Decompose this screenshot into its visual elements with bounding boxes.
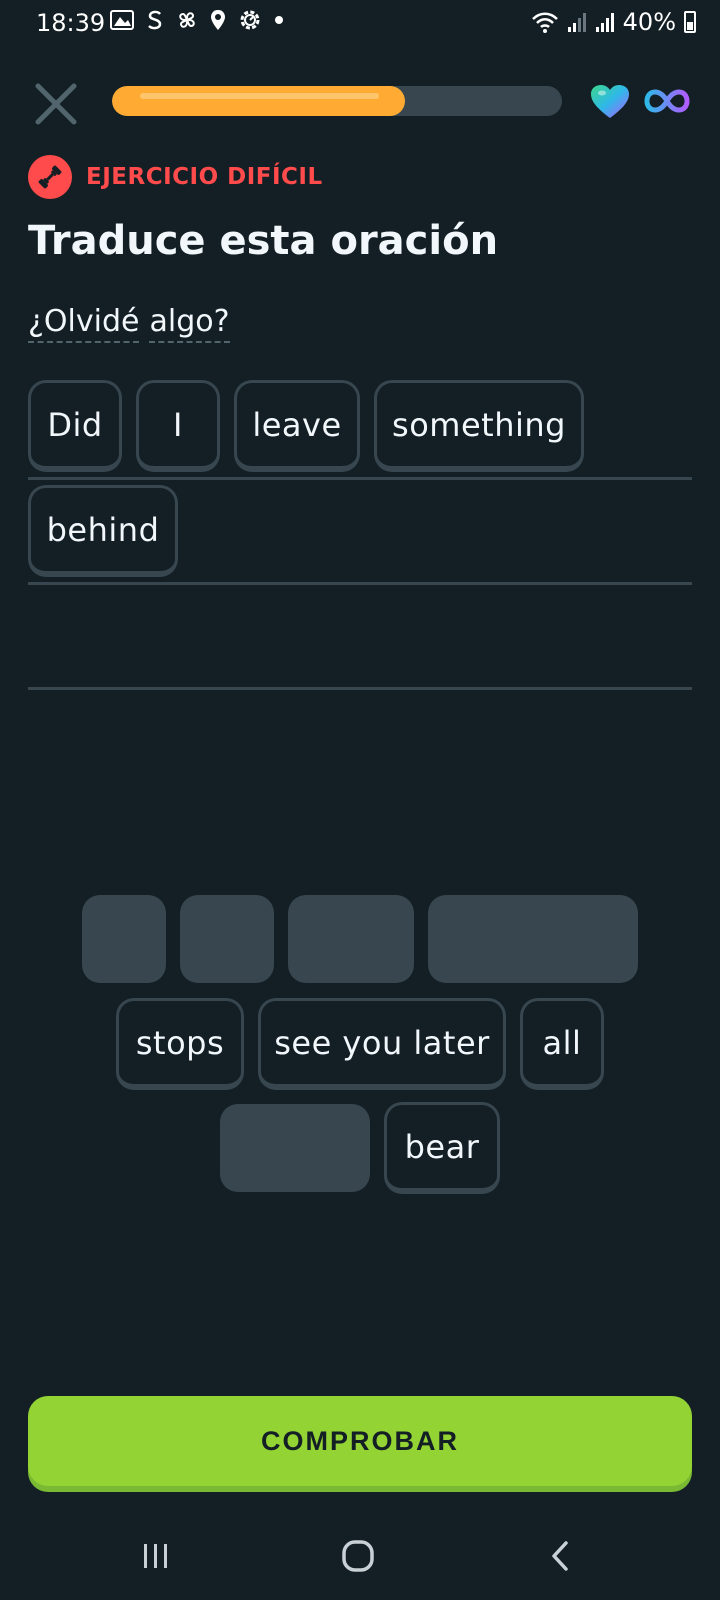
progress-bar: [112, 86, 562, 116]
answer-word-tile[interactable]: leave: [234, 380, 360, 472]
word-bank-tile[interactable]: bear: [384, 1102, 500, 1194]
answer-word-tile[interactable]: Did: [28, 380, 122, 472]
home-icon[interactable]: [328, 1534, 388, 1578]
status-icons-right: 40%: [531, 8, 696, 36]
gallery-icon: [110, 10, 134, 30]
battery-icon: [684, 11, 696, 33]
location-icon: [211, 10, 225, 30]
word-bank-tile[interactable]: see you later: [258, 998, 506, 1090]
system-nav-bar: [0, 1520, 720, 1594]
recent-apps-icon[interactable]: [126, 1534, 186, 1578]
battery-percent: 40%: [622, 8, 676, 36]
prompt-sentence: ¿Olvidé algo?: [28, 304, 230, 343]
prompt-word[interactable]: algo?: [149, 304, 230, 343]
dumbbell-icon: [28, 155, 72, 199]
close-icon[interactable]: [30, 78, 82, 130]
signal-icon: [595, 13, 614, 32]
settings-icon: [240, 10, 260, 30]
word-bank-empty-slot: [220, 1104, 370, 1192]
back-icon[interactable]: [530, 1534, 590, 1578]
prompt-word[interactable]: ¿Olvidé: [28, 304, 140, 343]
infinity-icon: [644, 89, 690, 113]
answer-word-tile[interactable]: something: [374, 380, 584, 472]
status-bar: 18:39 40%: [0, 0, 720, 48]
progress-highlight: [140, 93, 379, 99]
word-bank-tile[interactable]: stops: [116, 998, 244, 1090]
word-bank-tile[interactable]: all: [520, 998, 604, 1090]
heart-icon[interactable]: [590, 84, 630, 120]
word-bank-empty-slot: [82, 895, 166, 983]
signal-icon: [567, 13, 586, 32]
answer-word-tile[interactable]: behind: [28, 485, 178, 577]
status-icons-left: [110, 8, 284, 32]
word-bank-empty-slot: [288, 895, 414, 983]
wifi-icon: [531, 12, 558, 33]
dot-icon: [275, 16, 283, 24]
progress-fill: [112, 86, 405, 116]
word-bank-empty-slot: [180, 895, 274, 983]
answer-line: [28, 477, 692, 480]
page-title: Traduce esta oración: [28, 218, 499, 264]
status-time: 18:39: [36, 9, 106, 37]
s-icon: [148, 10, 162, 30]
answer-line: [28, 582, 692, 585]
word-bank-empty-slot: [428, 895, 638, 983]
check-button[interactable]: COMPROBAR: [28, 1396, 692, 1486]
answer-line: [28, 687, 692, 690]
difficulty-badge: EJERCICIO DIFÍCIL: [28, 155, 323, 199]
answer-word-tile[interactable]: I: [136, 380, 220, 472]
badge-label: EJERCICIO DIFÍCIL: [86, 164, 323, 190]
pinwheel-icon: [179, 12, 195, 28]
